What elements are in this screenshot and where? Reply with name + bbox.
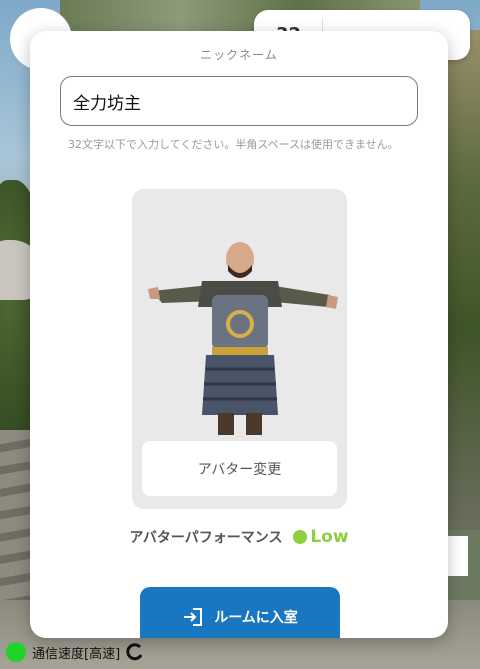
avatar-preview-card: アバター変更 [132,189,347,509]
nickname-title: ニックネーム [200,48,278,62]
avatar-performance-row: アバターパフォーマンス Low [30,527,448,547]
connection-status: 通信速度[高速] [6,641,144,663]
enter-room-icon [184,608,203,626]
avatar-performance-level: Low [310,527,349,547]
reload-icon[interactable] [126,643,144,661]
avatar-performance-label: アバターパフォーマンス [129,530,283,546]
connection-status-dot [6,642,26,662]
avatar-change-button[interactable]: アバター変更 [142,441,337,496]
enter-room-button[interactable]: ルームに入室 [140,587,340,638]
avatar-figure [148,242,338,435]
connection-status-text: 通信速度[高速] [32,646,121,662]
entry-modal: ニックネーム 32文字以下で入力してください。半角スペースは使用できません。 [30,31,448,638]
enter-room-label: ルームに入室 [214,610,298,626]
nickname-input[interactable] [60,76,418,126]
performance-status-dot [293,530,308,544]
nickname-hint: 32文字以下で入力してください。半角スペースは使用できません。 [68,138,399,151]
